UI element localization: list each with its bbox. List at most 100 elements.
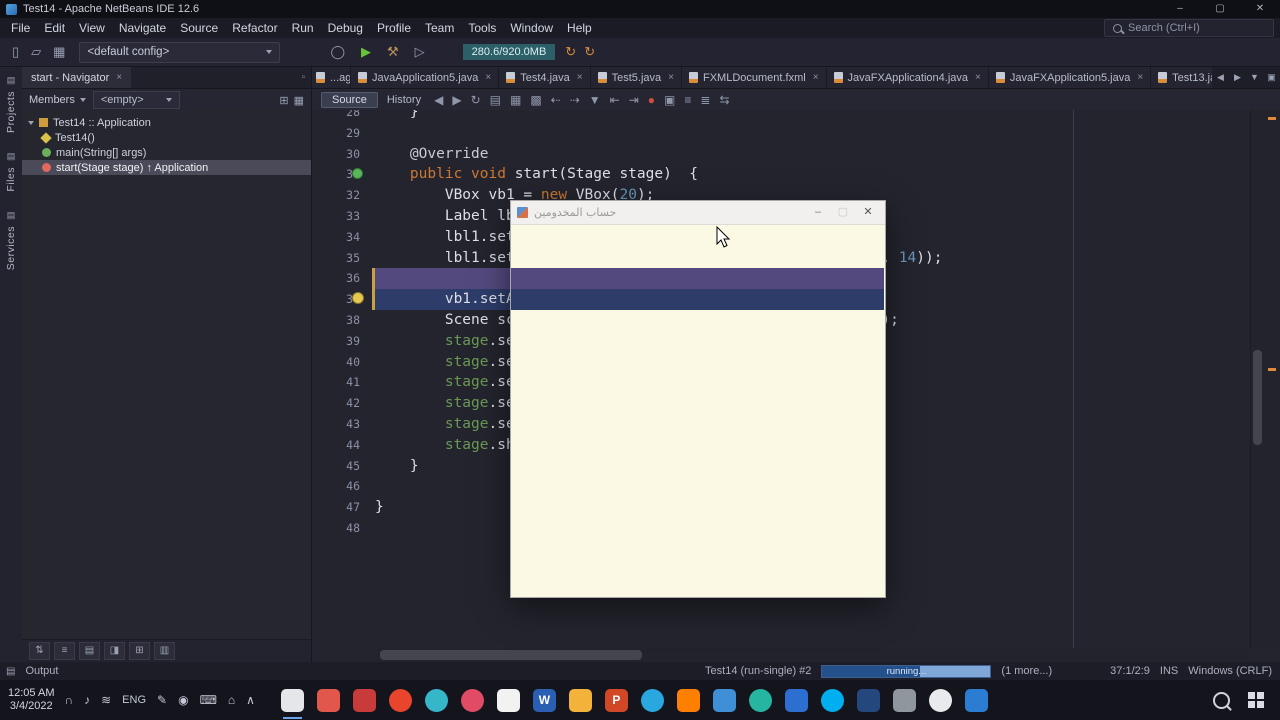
filter-public-icon[interactable]: ⊞ <box>129 642 150 660</box>
config-select[interactable]: <default config> <box>79 41 281 63</box>
dock-tab-services[interactable]: ▤ Services <box>5 210 17 270</box>
taskbar-app-icon[interactable]: P <box>604 688 628 712</box>
menu-item-help[interactable]: Help <box>560 19 599 37</box>
output-button[interactable]: Output <box>25 665 58 677</box>
highlight-icon[interactable]: ▦ <box>510 93 521 107</box>
taskbar-app-icon[interactable] <box>712 688 736 712</box>
find-selection-icon[interactable]: ▤ <box>490 93 501 107</box>
minimize-button[interactable]: – <box>807 201 829 224</box>
start-macro-icon[interactable]: ▣ <box>664 93 675 107</box>
sort-alpha-icon[interactable]: ⇅ <box>29 642 50 660</box>
back-icon[interactable]: ▶ <box>452 93 461 107</box>
tab-close-icon[interactable]: × <box>668 72 674 83</box>
navigator-item[interactable]: main(String[] args) <box>22 145 311 160</box>
taskbar-app-icon[interactable] <box>316 688 340 712</box>
vertical-scrollbar[interactable] <box>1250 110 1264 648</box>
horizontal-scrollbar-thumb[interactable] <box>380 650 642 660</box>
tab--age[interactable]: ...age <box>312 67 351 88</box>
error-stripe-mark[interactable] <box>1268 368 1276 371</box>
memory-indicator[interactable]: 280.6/920.0MB <box>462 44 556 60</box>
navigator-item[interactable]: Test14() <box>22 130 311 145</box>
tab-close-icon[interactable]: × <box>1137 72 1143 83</box>
navigator-item[interactable]: Test14 :: Application <box>22 115 311 130</box>
dock-tab-projects[interactable]: ▤ Projects <box>5 75 17 133</box>
tab-javaapplication5-java[interactable]: JavaApplication5.java × <box>351 67 500 88</box>
navigator-tab[interactable]: start - Navigator × <box>22 67 132 88</box>
menu-item-view[interactable]: View <box>72 19 112 37</box>
expand-toggle-icon[interactable] <box>28 120 34 125</box>
tab-test13-java[interactable]: Test13.java× <box>1151 67 1212 88</box>
taskbar-app-icon[interactable] <box>892 688 916 712</box>
taskbar-app-icon[interactable] <box>568 688 592 712</box>
forward-icon[interactable]: ↻ <box>471 93 481 107</box>
previous-occurrence-icon[interactable]: ⇢ <box>570 93 580 107</box>
horizontal-scrollbar[interactable] <box>375 648 1250 662</box>
network-icon[interactable]: ≋ <box>101 693 111 707</box>
scroll-tabs-left-icon[interactable]: ◀ <box>1212 67 1229 88</box>
taskbar-clock[interactable]: 12:05 AM 3/4/2022 <box>8 687 54 713</box>
javafx-app-window[interactable]: حساب المخدومين – ▢ ✕ <box>510 200 886 598</box>
menu-item-navigate[interactable]: Navigate <box>112 19 173 37</box>
tab-fxmldocument-fxml[interactable]: FXMLDocument.fxml × <box>682 67 827 88</box>
close-button[interactable]: ✕ <box>857 201 879 224</box>
taskbar-app-icon[interactable] <box>460 688 484 712</box>
taskbar-app-icon[interactable] <box>424 688 448 712</box>
debug-project-icon[interactable]: ▷ <box>411 42 429 62</box>
minimize-button[interactable]: – <box>1160 0 1200 18</box>
shift-left-icon[interactable]: ⇤ <box>610 93 620 107</box>
maximize-editor-icon[interactable]: ▣ <box>1263 67 1280 88</box>
menu-item-debug[interactable]: Debug <box>321 19 370 37</box>
taskbar-app-icon[interactable] <box>496 688 520 712</box>
previous-bookmark-icon[interactable]: ▩ <box>530 93 541 107</box>
members-dropdown[interactable]: Members <box>29 94 86 106</box>
taskbar-app-icon[interactable] <box>676 688 700 712</box>
navigator-item[interactable]: start(Stage stage) ↑ Application <box>22 160 311 175</box>
tab-close-icon[interactable]: × <box>813 72 819 83</box>
taskbar-search-icon[interactable] <box>1213 691 1230 709</box>
close-button[interactable]: ✕ <box>1240 0 1280 18</box>
vertical-scrollbar-thumb[interactable] <box>1253 350 1262 445</box>
shift-right-icon[interactable]: ⇥ <box>629 93 639 107</box>
menu-item-profile[interactable]: Profile <box>370 19 418 37</box>
menu-item-edit[interactable]: Edit <box>37 19 72 37</box>
taskbar-app-icon[interactable] <box>820 688 844 712</box>
tab-list-icon[interactable]: ▼ <box>1246 67 1263 88</box>
table-view-icon[interactable]: ▦ <box>294 94 304 107</box>
filter-static-icon[interactable]: ◨ <box>104 642 125 660</box>
build-project-icon[interactable]: ⚒ <box>383 42 403 62</box>
javafx-title-bar[interactable]: حساب المخدومين – ▢ ✕ <box>511 201 885 225</box>
dock-tab-files[interactable]: ▤ Files <box>5 151 17 192</box>
last-edit-icon[interactable]: ◀ <box>434 93 443 107</box>
maximize-button[interactable]: ▢ <box>1200 0 1240 18</box>
progress-bar[interactable]: running... <box>821 664 992 678</box>
tree-view-icon[interactable]: ⊞ <box>279 94 288 107</box>
scroll-tabs-right-icon[interactable]: ▶ <box>1229 67 1246 88</box>
touch-keyboard-icon[interactable]: ⌨ <box>200 693 217 707</box>
override-gutter-icon[interactable] <box>352 168 363 179</box>
mic-icon[interactable]: ◉ <box>178 693 188 707</box>
sort-source-icon[interactable]: ≡ <box>54 642 75 660</box>
menu-item-run[interactable]: Run <box>285 19 321 37</box>
source-view-button[interactable]: Source <box>321 92 378 108</box>
pen-icon[interactable]: ✎ <box>157 693 167 707</box>
tab-close-icon[interactable]: × <box>975 72 981 83</box>
more-processes[interactable]: (1 more...) <box>1001 665 1052 677</box>
taskbar-app-icon[interactable] <box>784 688 808 712</box>
error-stripe-mark[interactable] <box>1268 117 1276 120</box>
error-stripe[interactable] <box>1264 110 1280 648</box>
volume-icon[interactable]: ♪ <box>84 693 90 707</box>
run-project-icon[interactable]: ▶ <box>357 42 375 62</box>
headset-icon[interactable]: ∩ <box>64 693 73 707</box>
toggle-highlight-icon[interactable]: ⇆ <box>719 93 729 107</box>
taskbar-app-icon[interactable]: W <box>532 688 556 712</box>
uncomment-icon[interactable]: ≣ <box>700 93 710 107</box>
tab-test4-java[interactable]: Test4.java × <box>499 67 591 88</box>
connect-icon[interactable]: ◯ <box>326 42 349 62</box>
tab-javafxapplication4-java[interactable]: JavaFXApplication4.java × <box>826 67 989 88</box>
taskbar-app-icon[interactable] <box>388 688 412 712</box>
new-file-icon[interactable]: ▯ <box>8 42 23 62</box>
menu-item-refactor[interactable]: Refactor <box>225 19 284 37</box>
ethernet-icon[interactable]: ⌂ <box>228 693 235 707</box>
start-button[interactable] <box>1248 692 1264 708</box>
filter-combo[interactable]: <empty> <box>92 91 180 109</box>
